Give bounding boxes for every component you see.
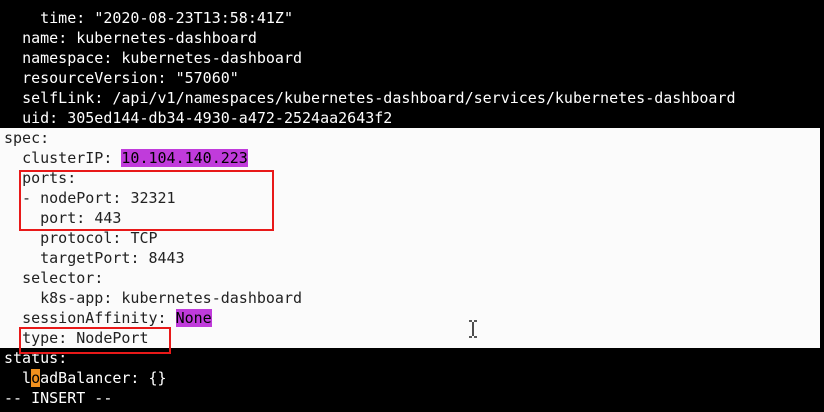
- yaml-line-node-port: - nodePort: 32321: [4, 189, 176, 207]
- yaml-line-load-balancer: loadBalancer: {}: [4, 369, 167, 387]
- text-cursor: o: [31, 369, 41, 387]
- yaml-line-uid: uid: 305ed144-db34-4930-a472-2524aa2643f…: [22, 109, 393, 127]
- vim-mode-line: -- INSERT --: [4, 389, 113, 407]
- yaml-line-port: port: 443: [40, 209, 122, 227]
- yaml-line-spec: spec:: [4, 129, 50, 147]
- yaml-line-type: type: NodePort: [22, 329, 149, 347]
- yaml-line-status: status:: [4, 349, 68, 367]
- yaml-line-selector: selector:: [22, 269, 104, 287]
- yaml-line-self-link: selfLink: /api/v1/namespaces/kubernetes-…: [22, 89, 736, 107]
- cluster-ip-highlight: 10.104.140.223: [121, 149, 248, 167]
- yaml-line-namespace: namespace: kubernetes-dashboard: [22, 49, 303, 67]
- yaml-line-cluster-ip: clusterIP: 10.104.140.223: [22, 149, 248, 167]
- yaml-line-session-affinity: sessionAffinity: None: [22, 309, 212, 327]
- yaml-line-name: name: kubernetes-dashboard: [22, 29, 257, 47]
- yaml-line-time: time: "2020-08-23T13:58:41Z": [40, 9, 293, 27]
- terminal-window[interactable]: time: "2020-08-23T13:58:41Z" name: kuber…: [0, 0, 824, 412]
- yaml-line-target-port: targetPort: 8443: [40, 249, 185, 267]
- yaml-line-ports: ports:: [22, 169, 77, 187]
- text-cursor-ibeam-icon: [469, 320, 477, 338]
- session-affinity-highlight: None: [175, 309, 212, 327]
- yaml-line-resource-version: resourceVersion: "57060": [22, 69, 239, 87]
- yaml-line-protocol: protocol: TCP: [40, 229, 158, 247]
- yaml-line-k8s-app: k8s-app: kubernetes-dashboard: [40, 289, 303, 307]
